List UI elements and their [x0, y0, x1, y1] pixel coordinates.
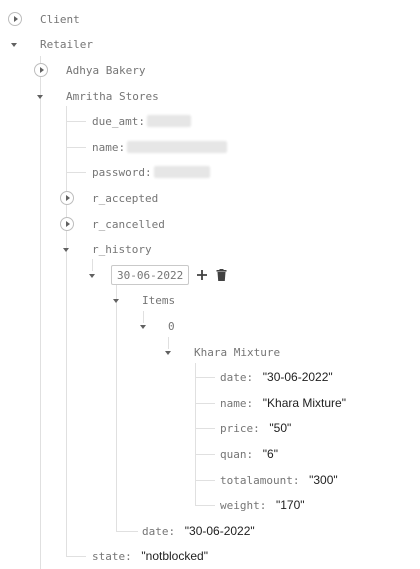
node-items[interactable]: Items	[142, 290, 175, 310]
node-label: Amritha Stores	[66, 89, 159, 103]
field-key: due_amt:	[92, 114, 145, 128]
redacted-value	[146, 115, 191, 127]
tree-connector	[195, 505, 215, 506]
field-totalamount[interactable]: totalamount: "300"	[220, 470, 338, 490]
tree-guide	[116, 285, 117, 531]
expand-adhya-icon[interactable]	[34, 63, 48, 77]
node-label: Adhya Bakery	[66, 63, 146, 77]
field-name[interactable]: name:	[92, 137, 228, 157]
tree-connector	[66, 556, 86, 557]
node-r-accepted[interactable]: r_accepted	[92, 188, 158, 208]
tree-guide	[143, 311, 144, 323]
node-amritha-stores[interactable]: Amritha Stores	[66, 86, 159, 106]
node-r-history[interactable]: r_history	[92, 239, 152, 259]
expand-r-cancelled-icon[interactable]	[60, 217, 74, 231]
field-value: "300"	[309, 473, 338, 487]
field-name[interactable]: name: "Khara Mixture"	[220, 393, 346, 413]
field-value: "notblocked"	[141, 549, 208, 563]
tree-connector	[195, 377, 215, 378]
redacted-value	[127, 141, 228, 153]
field-value: "170"	[276, 498, 305, 512]
tree-guide	[40, 56, 41, 569]
field-key: date:	[142, 524, 176, 538]
node-adhya-bakery[interactable]: Adhya Bakery	[66, 60, 145, 80]
tree-guide	[66, 106, 67, 556]
node-label: r_cancelled	[92, 217, 165, 231]
field-key: date:	[220, 370, 254, 384]
field-state[interactable]: state: "notblocked"	[92, 546, 208, 566]
field-due-amt[interactable]: due_amt:	[92, 111, 191, 131]
tree-connector	[66, 121, 86, 122]
field-key: weight:	[220, 498, 267, 512]
tree-connector	[195, 454, 215, 455]
node-retailer[interactable]: Retailer	[40, 34, 93, 54]
field-key: price:	[220, 421, 260, 435]
node-label: r_accepted	[92, 191, 159, 205]
tree-connector	[195, 428, 215, 429]
node-client[interactable]: Client	[40, 9, 80, 29]
field-value: "6"	[262, 447, 278, 461]
field-key: name:	[220, 396, 254, 410]
node-label: 0	[168, 319, 175, 333]
node-r-cancelled[interactable]: r_cancelled	[92, 214, 165, 234]
collapse-product-icon[interactable]	[165, 349, 173, 357]
node-key-editor[interactable]: 30-06-2022	[111, 265, 190, 285]
field-password[interactable]: password:	[92, 162, 210, 182]
collapse-retailer-icon[interactable]	[11, 41, 19, 49]
node-label: Retailer	[40, 37, 93, 51]
field-history-date[interactable]: date: "30-06-2022"	[142, 521, 255, 541]
expand-client-icon[interactable]	[8, 12, 22, 26]
field-key: name:	[92, 140, 126, 154]
tree-connector	[66, 147, 86, 148]
node-label: Client	[40, 12, 80, 26]
tree-connector	[116, 531, 138, 532]
field-key: password:	[92, 165, 152, 179]
plus-icon[interactable]	[195, 268, 209, 282]
field-value: "50"	[269, 421, 292, 435]
tree-connector	[66, 172, 86, 173]
trash-icon[interactable]	[214, 268, 228, 282]
node-label: r_history	[92, 242, 152, 256]
tree-guide	[168, 337, 169, 349]
node-label: Khara Mixture	[194, 345, 281, 359]
field-key: quan:	[220, 447, 254, 461]
tree-guide	[92, 259, 93, 271]
node-khara-mixture[interactable]: Khara Mixture	[194, 342, 280, 362]
node-label: Items	[142, 293, 176, 307]
redacted-value	[153, 166, 210, 178]
node-index-0[interactable]: 0	[168, 316, 175, 336]
collapse-r-history-icon[interactable]	[63, 246, 71, 254]
collapse-amritha-icon[interactable]	[37, 93, 45, 101]
tree-connector	[195, 480, 215, 481]
collapse-index-icon[interactable]	[140, 323, 148, 331]
field-value: "Khara Mixture"	[262, 396, 346, 410]
field-key: totalamount:	[220, 473, 300, 487]
field-key: state:	[92, 549, 132, 563]
field-price[interactable]: price: "50"	[220, 418, 291, 438]
field-weight[interactable]: weight: "170"	[220, 495, 305, 515]
tree-connector	[195, 403, 215, 404]
collapse-date-node-icon[interactable]	[89, 272, 97, 280]
expand-r-accepted-icon[interactable]	[60, 191, 74, 205]
tree-guide	[195, 363, 196, 505]
field-quan[interactable]: quan: "6"	[220, 444, 278, 464]
collapse-items-icon[interactable]	[113, 297, 121, 305]
field-date[interactable]: date: "30-06-2022"	[220, 367, 333, 387]
node-label: 30-06-2022	[117, 268, 184, 282]
field-value: "30-06-2022"	[262, 370, 333, 384]
field-value: "30-06-2022"	[184, 524, 255, 538]
